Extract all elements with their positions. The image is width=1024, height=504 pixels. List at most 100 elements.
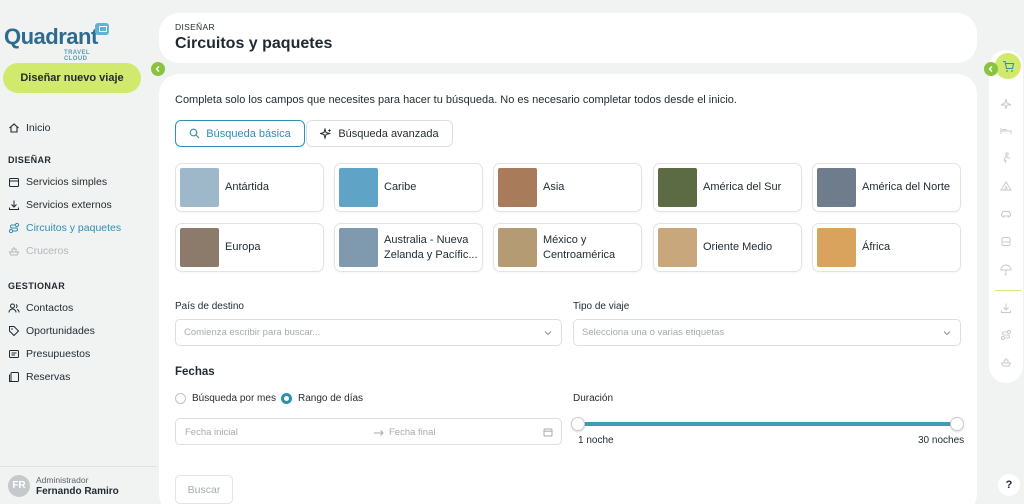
destination-image: [817, 168, 856, 207]
page-header: DISEÑAR Circuitos y paquetes: [159, 13, 977, 63]
import-icon[interactable]: [1000, 302, 1012, 314]
radio-day-range[interactable]: Rango de días: [281, 393, 363, 404]
destination-card-australia[interactable]: Australia - Nueva Zelanda y Pacífic...: [334, 223, 483, 272]
radio-circle: [175, 393, 186, 404]
tag-icon: [8, 325, 20, 337]
destination-card-south-america[interactable]: América del Sur: [653, 163, 802, 212]
destination-label: México y Centroamérica: [543, 233, 616, 261]
ship-icon: [8, 245, 20, 257]
duration-slider-max-handle[interactable]: [950, 417, 964, 431]
destination-card-middle-east[interactable]: Oriente Medio: [653, 223, 802, 272]
destination-image: [498, 168, 537, 207]
section-heading-manage: GESTIONAR: [8, 281, 66, 291]
chevron-left-icon: [155, 66, 160, 72]
car-icon[interactable]: [1000, 208, 1012, 220]
sidebar-item-label: Circuitos y paquetes: [26, 221, 122, 234]
destination-label: Caribe: [384, 181, 417, 193]
sidebar-item-contacts[interactable]: Contactos: [0, 296, 157, 319]
destination-card-asia[interactable]: Asia: [493, 163, 642, 212]
destination-card-mexico[interactable]: México y Centroamérica: [493, 223, 642, 272]
chevron-down-icon: [544, 331, 552, 336]
sidebar-item-label: Cruceros: [26, 244, 69, 257]
trip-type-select[interactable]: Selecciona una o varias etiquetas: [573, 319, 961, 346]
route-icon: [8, 222, 20, 234]
radio-circle-selected: [281, 393, 292, 404]
sidebar-item-simple-services[interactable]: Servicios simples: [0, 170, 157, 193]
destination-image: [339, 168, 378, 207]
tab-advanced-search[interactable]: Búsqueda avanzada: [306, 120, 453, 147]
sidebar-item-home[interactable]: Inicio: [0, 116, 157, 139]
tent-icon[interactable]: [1000, 180, 1012, 192]
sidebar-item-label: Contactos: [26, 301, 74, 314]
destination-card-africa[interactable]: África: [812, 223, 961, 272]
sidebar-item-label: Presupuestos: [26, 347, 91, 360]
new-trip-button[interactable]: Diseñar nuevo viaje: [3, 63, 141, 93]
destination-card-antarctica[interactable]: Antártida: [175, 163, 324, 212]
start-date-placeholder: Fecha inicial: [185, 427, 238, 438]
user-profile[interactable]: FR Administrador Fernando Ramiro: [0, 466, 157, 504]
sidebar-item-label: Reservas: [26, 370, 71, 383]
nav-design: DISEÑAR Servicios simples Servicios exte…: [0, 150, 157, 262]
destination-label: Europa: [225, 241, 261, 253]
bed-icon[interactable]: [1000, 125, 1012, 137]
tab-basic-search[interactable]: Búsqueda básica: [175, 120, 305, 147]
destination-card-caribbean[interactable]: Caribe: [334, 163, 483, 212]
route-icon[interactable]: [1000, 329, 1012, 341]
rail-divider: [995, 290, 1021, 291]
destination-card-north-america[interactable]: América del Norte: [812, 163, 961, 212]
destination-label: Antártida: [225, 181, 270, 193]
sidebar-item-bookings[interactable]: Reservas: [0, 365, 157, 388]
tab-label: Búsqueda básica: [206, 127, 291, 140]
destination-country-select[interactable]: Comienza escribir para buscar...: [175, 319, 562, 346]
search-icon: [189, 128, 200, 139]
sidebar: Quadrant TRAVEL CLOUD Diseñar nuevo viaj…: [0, 0, 157, 504]
right-rail: [989, 50, 1023, 383]
search-button[interactable]: Buscar: [175, 475, 233, 504]
umbrella-icon[interactable]: [1000, 264, 1012, 276]
sidebar-item-label: Servicios externos: [26, 198, 112, 211]
dates-title: Fechas: [175, 366, 215, 378]
radio-label: Búsqueda por mes: [192, 393, 276, 404]
logo-badge-icon: [95, 23, 109, 35]
destination-label: América del Sur: [703, 181, 782, 193]
destination-label: Australia - Nueva Zelanda y Pacífic...: [384, 233, 478, 261]
destination-image: [180, 228, 219, 267]
page-title: Circuitos y paquetes: [175, 35, 333, 52]
home-icon: [8, 122, 20, 134]
destination-card-europe[interactable]: Europa: [175, 223, 324, 272]
sparkle-icon: [320, 127, 332, 140]
cart-button[interactable]: [995, 53, 1021, 79]
calendar-icon: [8, 176, 20, 188]
tab-label: Búsqueda avanzada: [338, 127, 439, 140]
duration-slider-track[interactable]: [578, 422, 958, 426]
end-date-placeholder: Fecha final: [389, 427, 436, 438]
select-placeholder: Comienza escribir para buscar...: [184, 327, 321, 338]
radio-month-search[interactable]: Búsqueda por mes: [175, 393, 276, 404]
logo[interactable]: Quadrant TRAVEL CLOUD: [4, 23, 114, 62]
destination-label: Oriente Medio: [703, 241, 773, 253]
sidebar-item-label: Oportunidades: [26, 324, 95, 337]
date-range-input[interactable]: Fecha inicial Fecha final: [175, 418, 562, 445]
sidebar-item-external-services[interactable]: Servicios externos: [0, 193, 157, 216]
chevron-down-icon: [943, 331, 951, 336]
trip-type-label: Tipo de viaje: [573, 301, 630, 312]
flight-icon[interactable]: [1000, 98, 1012, 110]
collapse-sidebar-button[interactable]: [151, 62, 165, 76]
bus-icon[interactable]: [1000, 236, 1012, 248]
sidebar-item-opportunities[interactable]: Oportunidades: [0, 319, 157, 342]
duration-min-label: 1 noche: [578, 435, 614, 446]
collapse-right-rail-button[interactable]: [984, 62, 998, 76]
destination-image: [658, 168, 697, 207]
calendar-icon: [543, 428, 553, 437]
sidebar-item-circuits-packages[interactable]: Circuitos y paquetes: [0, 216, 157, 239]
chevron-left-icon: [988, 66, 993, 72]
download-icon: [8, 199, 20, 211]
help-button[interactable]: ?: [998, 474, 1020, 496]
sidebar-item-cruises: Cruceros: [0, 239, 157, 262]
sidebar-item-quotes[interactable]: Presupuestos: [0, 342, 157, 365]
activity-icon[interactable]: [1000, 152, 1012, 164]
duration-label: Duración: [573, 393, 614, 404]
contacts-icon: [8, 302, 20, 314]
duration-slider-min-handle[interactable]: [571, 417, 585, 431]
ship-icon[interactable]: [1000, 356, 1012, 368]
